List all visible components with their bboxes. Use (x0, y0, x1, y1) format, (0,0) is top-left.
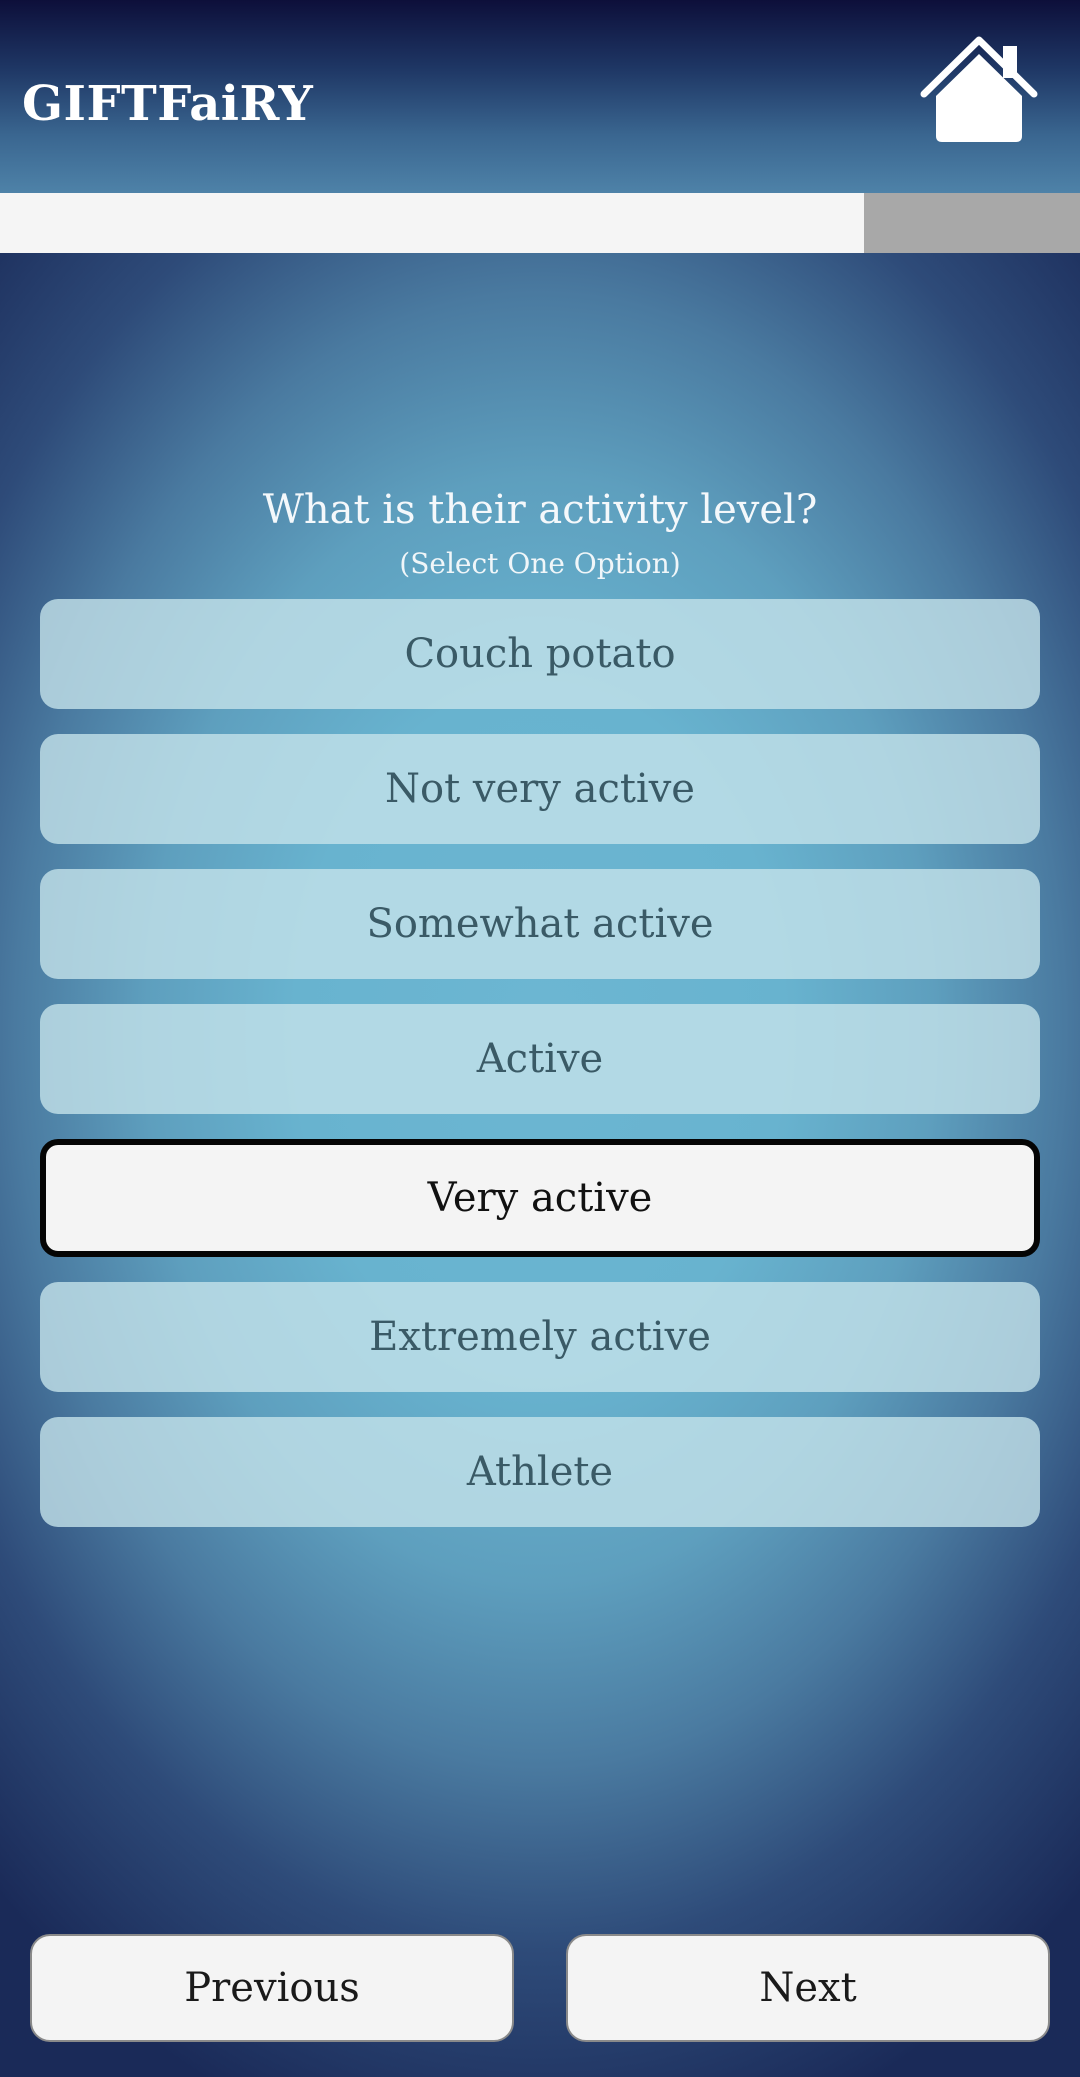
previous-button[interactable]: Previous (30, 1934, 514, 2042)
option-list: Couch potato Not very active Somewhat ac… (40, 599, 1040, 1552)
option-not-very-active[interactable]: Not very active (40, 734, 1040, 844)
progress-bar-fill (0, 193, 864, 253)
option-very-active[interactable]: Very active (40, 1139, 1040, 1257)
app-header: GIFTFaiRY (0, 0, 1080, 193)
progress-bar (0, 193, 1080, 253)
option-somewhat-active[interactable]: Somewhat active (40, 869, 1040, 979)
option-active[interactable]: Active (40, 1004, 1040, 1114)
next-button[interactable]: Next (566, 1934, 1050, 2042)
question-title: What is their activity level? (262, 487, 818, 533)
option-couch-potato[interactable]: Couch potato (40, 599, 1040, 709)
home-button[interactable] (918, 34, 1042, 146)
option-athlete[interactable]: Athlete (40, 1417, 1040, 1527)
option-extremely-active[interactable]: Extremely active (40, 1282, 1040, 1392)
home-icon (920, 36, 1038, 142)
app-title: GIFTFaiRY (22, 76, 314, 132)
question-instruction: (Select One Option) (399, 547, 681, 580)
